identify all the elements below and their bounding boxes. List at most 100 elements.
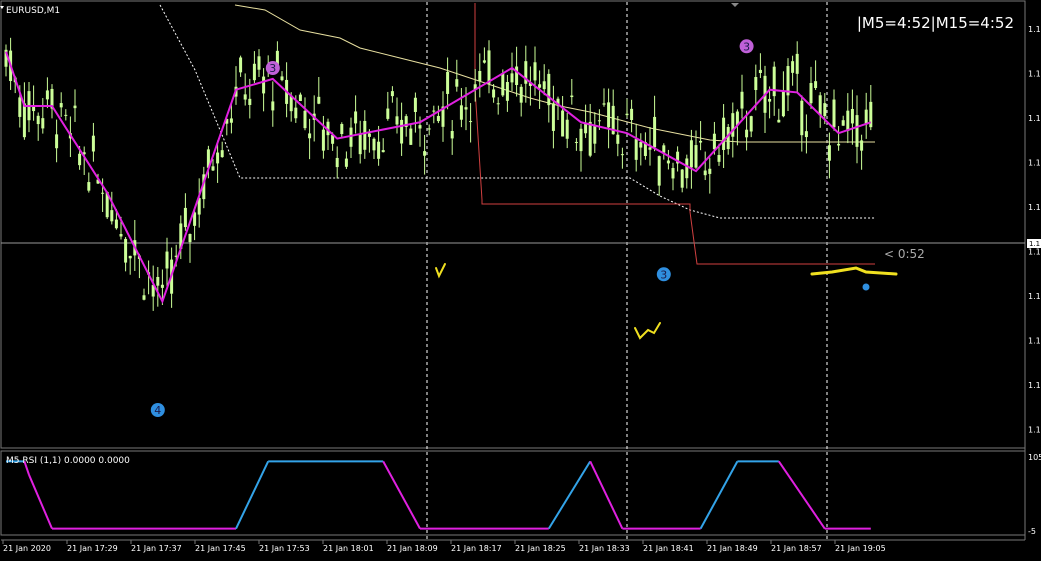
rsi-title: M5 RSI (1,1) 0.0000 0.0000 xyxy=(6,456,130,466)
time-tick-label: 21 Jan 18:17 xyxy=(451,544,502,553)
symbol-label: EURUSD,M1 xyxy=(6,6,60,16)
candle xyxy=(593,112,597,154)
candle xyxy=(50,84,54,119)
candle xyxy=(473,69,477,102)
candle xyxy=(864,92,868,139)
pattern-markers: 3 4 3 3 xyxy=(150,39,870,417)
candle xyxy=(574,138,578,151)
candle xyxy=(579,123,583,172)
candle xyxy=(496,97,500,115)
candle xyxy=(666,149,670,170)
marker-label: 3 xyxy=(269,62,276,75)
candle xyxy=(722,104,726,169)
candle xyxy=(151,265,155,311)
trading-chart[interactable]: 3 4 3 3 M5 RSI (1,1) 0.0000 0.0000 EURUSD,M… xyxy=(0,0,1041,561)
candle xyxy=(349,117,353,159)
shift-marker-icon[interactable] xyxy=(731,3,739,7)
pattern-marker: 3 xyxy=(739,39,754,54)
candle xyxy=(446,57,450,110)
candle xyxy=(818,92,822,128)
candle xyxy=(91,122,95,162)
rsi-max-label: 105 xyxy=(1028,453,1041,462)
candle xyxy=(156,267,160,307)
candle xyxy=(662,143,666,160)
candle xyxy=(680,168,684,193)
candle xyxy=(427,124,431,136)
price-tick-label: 1.1 xyxy=(1028,292,1041,301)
candle xyxy=(492,84,496,103)
marker-dot xyxy=(862,283,870,291)
candle xyxy=(381,138,385,153)
check-mark-annotation-2 xyxy=(634,322,661,340)
candle xyxy=(685,154,689,189)
price-axis-labels: 1.1 1.1 1.1 1.1 1.1 1.1 1.1 1.1 1.1 1.1 xyxy=(1028,25,1041,435)
candle xyxy=(781,71,785,118)
candle xyxy=(584,104,588,138)
candle xyxy=(262,68,266,112)
rsi-segment xyxy=(589,460,624,530)
candle xyxy=(459,88,463,128)
rsi-line xyxy=(6,460,871,530)
price-tick-label: 1.1 xyxy=(1028,426,1041,435)
candle xyxy=(188,233,192,263)
price-tick-label: 1.1 xyxy=(1028,248,1041,257)
candle xyxy=(128,255,132,275)
check-mark-annotation-1 xyxy=(435,263,446,279)
candle xyxy=(634,123,638,172)
candle xyxy=(308,118,312,160)
candle xyxy=(786,58,790,112)
time-tick-label: 21 Jan 18:01 xyxy=(323,544,374,553)
time-tick-label: 21 Jan 18:25 xyxy=(515,544,566,553)
candle xyxy=(749,115,753,138)
candle xyxy=(165,237,169,287)
candle xyxy=(344,151,348,170)
candle xyxy=(354,95,358,134)
candle xyxy=(363,110,367,159)
rsi-segment xyxy=(28,474,53,530)
candle xyxy=(795,41,799,93)
candle xyxy=(607,88,611,149)
pattern-marker: 4 xyxy=(150,403,165,417)
candle xyxy=(519,84,523,117)
candle xyxy=(303,97,307,131)
candle xyxy=(814,60,818,90)
candle xyxy=(32,85,36,121)
candle xyxy=(551,85,555,149)
candle xyxy=(505,74,509,112)
candle xyxy=(64,109,68,121)
candle xyxy=(841,115,845,126)
candle xyxy=(827,132,831,179)
candle xyxy=(689,129,693,189)
candle xyxy=(441,91,445,142)
candle xyxy=(639,133,643,166)
indicator-lines xyxy=(159,3,875,265)
candle xyxy=(556,96,560,120)
candle xyxy=(450,120,454,155)
candle xyxy=(252,51,256,84)
rsi-segment xyxy=(547,460,592,530)
rsi-panel-frame xyxy=(0,450,1026,536)
price-tick-label: 1.1 xyxy=(1028,203,1041,212)
candle xyxy=(124,237,128,272)
pattern-marker: 3 xyxy=(265,61,280,75)
time-tick-label: 21 Jan 17:29 xyxy=(67,544,118,553)
rsi-segment xyxy=(235,460,270,530)
rsi-segment xyxy=(382,460,421,530)
candle xyxy=(694,130,698,169)
rsi-min-label: -5 xyxy=(1028,527,1036,536)
candle xyxy=(533,46,537,96)
time-tick-label: 21 Jan 18:09 xyxy=(387,544,438,553)
candle xyxy=(335,146,339,179)
countdown-label: < 0:52 xyxy=(884,247,925,261)
price-tick-label: 1.1 xyxy=(1028,114,1041,123)
white-dotted-line xyxy=(159,4,875,219)
candle xyxy=(317,77,321,105)
candle xyxy=(358,120,362,164)
candle xyxy=(326,118,330,150)
candle xyxy=(809,66,813,109)
support-line-annotation xyxy=(810,266,898,276)
rsi-segment xyxy=(699,460,739,530)
candle xyxy=(740,74,744,119)
rsi-segment xyxy=(777,460,826,530)
candle xyxy=(602,88,606,107)
